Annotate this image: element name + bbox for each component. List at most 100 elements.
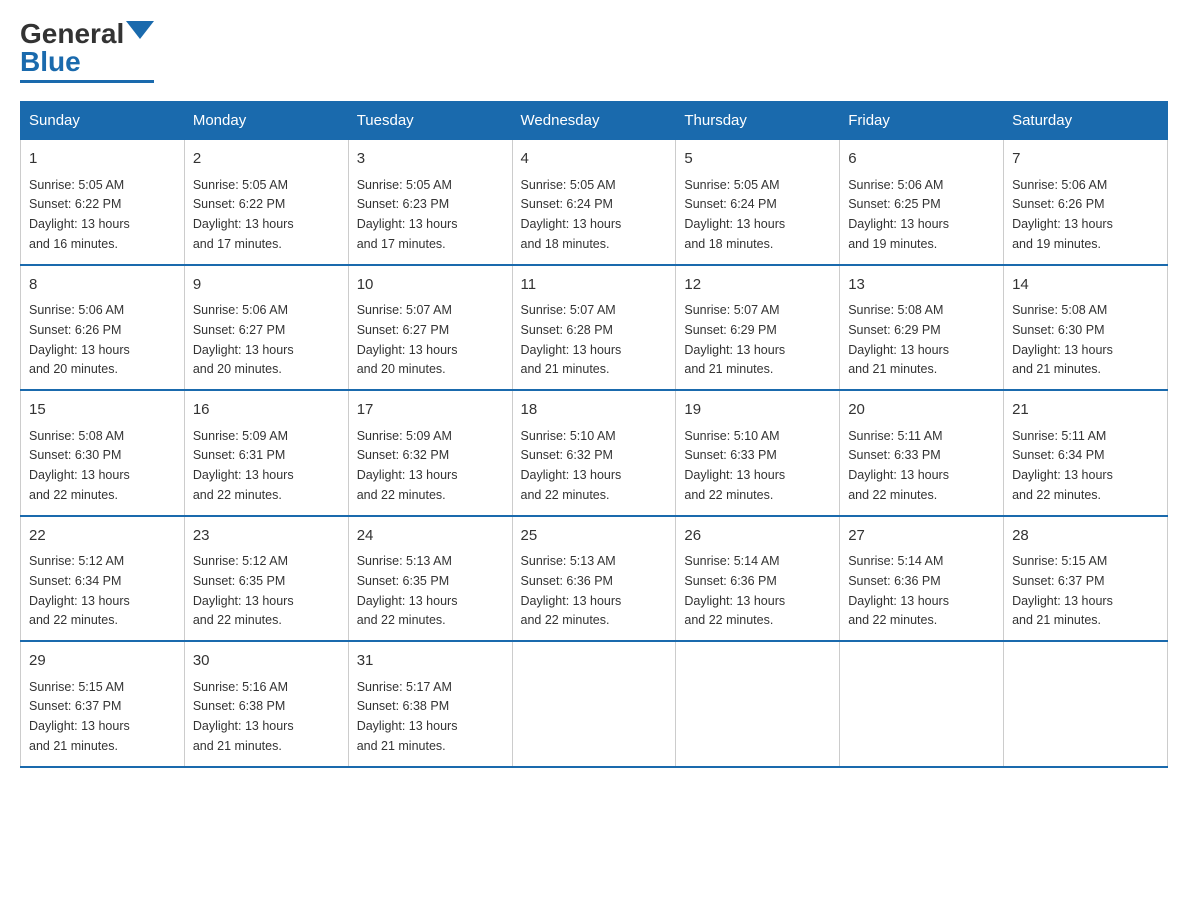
- day-number: 23: [193, 525, 340, 548]
- day-number: 9: [193, 274, 340, 297]
- day-info: Sunrise: 5:12 AMSunset: 6:35 PMDaylight:…: [193, 554, 294, 627]
- calendar-cell: 12 Sunrise: 5:07 AMSunset: 6:29 PMDayligh…: [676, 265, 840, 391]
- calendar-table: SundayMondayTuesdayWednesdayThursdayFrid…: [20, 101, 1168, 768]
- weekday-header-tuesday: Tuesday: [348, 102, 512, 140]
- calendar-cell: 26 Sunrise: 5:14 AMSunset: 6:36 PMDayligh…: [676, 516, 840, 642]
- calendar-cell: 13 Sunrise: 5:08 AMSunset: 6:29 PMDayligh…: [840, 265, 1004, 391]
- calendar-cell: [1004, 641, 1168, 767]
- day-info: Sunrise: 5:11 AMSunset: 6:34 PMDaylight:…: [1012, 429, 1113, 502]
- day-info: Sunrise: 5:09 AMSunset: 6:31 PMDaylight:…: [193, 429, 294, 502]
- day-info: Sunrise: 5:06 AMSunset: 6:27 PMDaylight:…: [193, 303, 294, 376]
- calendar-cell: 10 Sunrise: 5:07 AMSunset: 6:27 PMDayligh…: [348, 265, 512, 391]
- day-info: Sunrise: 5:10 AMSunset: 6:32 PMDaylight:…: [521, 429, 622, 502]
- day-info: Sunrise: 5:06 AMSunset: 6:25 PMDaylight:…: [848, 178, 949, 251]
- calendar-cell: 9 Sunrise: 5:06 AMSunset: 6:27 PMDaylight…: [184, 265, 348, 391]
- day-number: 2: [193, 148, 340, 171]
- day-info: Sunrise: 5:06 AMSunset: 6:26 PMDaylight:…: [29, 303, 130, 376]
- day-info: Sunrise: 5:14 AMSunset: 6:36 PMDaylight:…: [848, 554, 949, 627]
- day-number: 14: [1012, 274, 1159, 297]
- calendar-week-row: 29 Sunrise: 5:15 AMSunset: 6:37 PMDayligh…: [21, 641, 1168, 767]
- calendar-cell: 14 Sunrise: 5:08 AMSunset: 6:30 PMDayligh…: [1004, 265, 1168, 391]
- day-number: 7: [1012, 148, 1159, 171]
- calendar-cell: 21 Sunrise: 5:11 AMSunset: 6:34 PMDayligh…: [1004, 390, 1168, 516]
- day-number: 10: [357, 274, 504, 297]
- logo-underline: [20, 80, 154, 83]
- day-number: 5: [684, 148, 831, 171]
- day-number: 18: [521, 399, 668, 422]
- day-info: Sunrise: 5:05 AMSunset: 6:24 PMDaylight:…: [521, 178, 622, 251]
- calendar-week-row: 15 Sunrise: 5:08 AMSunset: 6:30 PMDayligh…: [21, 390, 1168, 516]
- day-number: 19: [684, 399, 831, 422]
- calendar-cell: 23 Sunrise: 5:12 AMSunset: 6:35 PMDayligh…: [184, 516, 348, 642]
- calendar-cell: 22 Sunrise: 5:12 AMSunset: 6:34 PMDayligh…: [21, 516, 185, 642]
- day-info: Sunrise: 5:14 AMSunset: 6:36 PMDaylight:…: [684, 554, 785, 627]
- day-number: 21: [1012, 399, 1159, 422]
- calendar-cell: 16 Sunrise: 5:09 AMSunset: 6:31 PMDayligh…: [184, 390, 348, 516]
- calendar-cell: 17Sunrise: 5:09 AMSunset: 6:32 PMDayligh…: [348, 390, 512, 516]
- calendar-cell: 8Sunrise: 5:06 AMSunset: 6:26 PMDaylight…: [21, 265, 185, 391]
- day-info: Sunrise: 5:15 AMSunset: 6:37 PMDaylight:…: [29, 680, 130, 753]
- day-info: Sunrise: 5:17 AMSunset: 6:38 PMDaylight:…: [357, 680, 458, 753]
- day-number: 25: [521, 525, 668, 548]
- calendar-cell: 25 Sunrise: 5:13 AMSunset: 6:36 PMDayligh…: [512, 516, 676, 642]
- logo-general-text: General: [20, 20, 124, 48]
- day-info: Sunrise: 5:08 AMSunset: 6:30 PMDaylight:…: [29, 429, 130, 502]
- day-number: 24: [357, 525, 504, 548]
- day-info: Sunrise: 5:08 AMSunset: 6:30 PMDaylight:…: [1012, 303, 1113, 376]
- day-number: 26: [684, 525, 831, 548]
- day-info: Sunrise: 5:10 AMSunset: 6:33 PMDaylight:…: [684, 429, 785, 502]
- day-number: 29: [29, 650, 176, 673]
- day-info: Sunrise: 5:15 AMSunset: 6:37 PMDaylight:…: [1012, 554, 1113, 627]
- day-info: Sunrise: 5:13 AMSunset: 6:35 PMDaylight:…: [357, 554, 458, 627]
- day-info: Sunrise: 5:07 AMSunset: 6:27 PMDaylight:…: [357, 303, 458, 376]
- calendar-cell: 2 Sunrise: 5:05 AMSunset: 6:22 PMDaylight…: [184, 140, 348, 265]
- calendar-week-row: 22 Sunrise: 5:12 AMSunset: 6:34 PMDayligh…: [21, 516, 1168, 642]
- day-number: 30: [193, 650, 340, 673]
- day-info: Sunrise: 5:05 AMSunset: 6:23 PMDaylight:…: [357, 178, 458, 251]
- day-info: Sunrise: 5:05 AMSunset: 6:24 PMDaylight:…: [684, 178, 785, 251]
- logo: General Blue: [20, 20, 154, 83]
- calendar-cell: 20 Sunrise: 5:11 AMSunset: 6:33 PMDayligh…: [840, 390, 1004, 516]
- calendar-cell: 29 Sunrise: 5:15 AMSunset: 6:37 PMDayligh…: [21, 641, 185, 767]
- calendar-cell: 11Sunrise: 5:07 AMSunset: 6:28 PMDayligh…: [512, 265, 676, 391]
- calendar-cell: 27 Sunrise: 5:14 AMSunset: 6:36 PMDayligh…: [840, 516, 1004, 642]
- day-info: Sunrise: 5:05 AMSunset: 6:22 PMDaylight:…: [29, 178, 130, 251]
- calendar-cell: 19 Sunrise: 5:10 AMSunset: 6:33 PMDayligh…: [676, 390, 840, 516]
- calendar-week-row: 1Sunrise: 5:05 AMSunset: 6:22 PMDaylight…: [21, 140, 1168, 265]
- day-info: Sunrise: 5:05 AMSunset: 6:22 PMDaylight:…: [193, 178, 294, 251]
- calendar-cell: 6Sunrise: 5:06 AMSunset: 6:25 PMDaylight…: [840, 140, 1004, 265]
- day-info: Sunrise: 5:13 AMSunset: 6:36 PMDaylight:…: [521, 554, 622, 627]
- day-number: 12: [684, 274, 831, 297]
- day-number: 16: [193, 399, 340, 422]
- day-number: 4: [521, 148, 668, 171]
- logo-blue-text: Blue: [20, 48, 81, 76]
- calendar-cell: 28 Sunrise: 5:15 AMSunset: 6:37 PMDayligh…: [1004, 516, 1168, 642]
- day-number: 3: [357, 148, 504, 171]
- calendar-cell: 24 Sunrise: 5:13 AMSunset: 6:35 PMDayligh…: [348, 516, 512, 642]
- day-info: Sunrise: 5:08 AMSunset: 6:29 PMDaylight:…: [848, 303, 949, 376]
- day-info: Sunrise: 5:12 AMSunset: 6:34 PMDaylight:…: [29, 554, 130, 627]
- weekday-header-row: SundayMondayTuesdayWednesdayThursdayFrid…: [21, 102, 1168, 140]
- weekday-header-monday: Monday: [184, 102, 348, 140]
- day-info: Sunrise: 5:07 AMSunset: 6:29 PMDaylight:…: [684, 303, 785, 376]
- calendar-cell: [840, 641, 1004, 767]
- day-info: Sunrise: 5:06 AMSunset: 6:26 PMDaylight:…: [1012, 178, 1113, 251]
- weekday-header-thursday: Thursday: [676, 102, 840, 140]
- day-info: Sunrise: 5:11 AMSunset: 6:33 PMDaylight:…: [848, 429, 949, 502]
- page-header: General Blue: [20, 20, 1168, 83]
- calendar-cell: 1Sunrise: 5:05 AMSunset: 6:22 PMDaylight…: [21, 140, 185, 265]
- day-info: Sunrise: 5:16 AMSunset: 6:38 PMDaylight:…: [193, 680, 294, 753]
- day-number: 28: [1012, 525, 1159, 548]
- day-number: 11: [521, 274, 668, 297]
- day-number: 27: [848, 525, 995, 548]
- weekday-header-wednesday: Wednesday: [512, 102, 676, 140]
- day-number: 15: [29, 399, 176, 422]
- weekday-header-saturday: Saturday: [1004, 102, 1168, 140]
- calendar-cell: 7 Sunrise: 5:06 AMSunset: 6:26 PMDaylight…: [1004, 140, 1168, 265]
- day-number: 22: [29, 525, 176, 548]
- day-number: 13: [848, 274, 995, 297]
- day-info: Sunrise: 5:09 AMSunset: 6:32 PMDaylight:…: [357, 429, 458, 502]
- day-number: 20: [848, 399, 995, 422]
- calendar-cell: 18 Sunrise: 5:10 AMSunset: 6:32 PMDayligh…: [512, 390, 676, 516]
- calendar-cell: [676, 641, 840, 767]
